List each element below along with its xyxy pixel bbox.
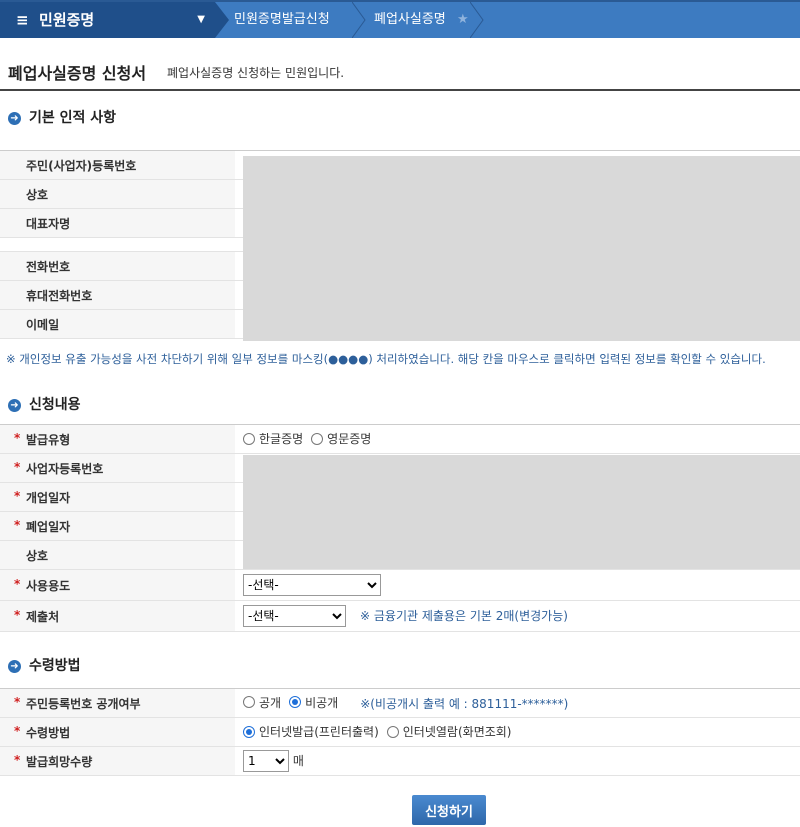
- hamburger-icon: ≡: [16, 11, 29, 29]
- radio-internet-view[interactable]: 인터넷열람(화면조회): [386, 723, 512, 740]
- masked-business-info[interactable]: [243, 455, 800, 569]
- quantity-select[interactable]: 1: [243, 750, 289, 772]
- page-title: 폐업사실증명 신청서: [8, 64, 147, 83]
- label-biz-no: 사업자등록번호: [26, 461, 104, 476]
- label-issue-type: 발급유형: [26, 432, 71, 447]
- section-application-header: ➜ 신청내용: [8, 394, 81, 414]
- quantity-unit: 매: [292, 754, 304, 768]
- label-purpose: 사용용도: [26, 578, 71, 593]
- star-icon[interactable]: ★: [457, 2, 469, 38]
- divider: [0, 89, 800, 91]
- purpose-select[interactable]: -선택-: [243, 574, 381, 596]
- radio-korean[interactable]: 한글증명: [243, 430, 303, 447]
- label-open-date: 개업일자: [26, 490, 71, 505]
- receipt-table: * 주민등록번호 공개여부 공개 비공개 ※(비공개시 출력 예 : 881111-*…: [0, 688, 800, 776]
- submit-to-select[interactable]: -선택-: [243, 605, 346, 627]
- section-receipt-header: ➜ 수령방법: [8, 655, 81, 675]
- label-phone: 전화번호: [0, 251, 235, 281]
- chevron-separator-icon: [352, 2, 366, 38]
- radio-internet-issue[interactable]: 인터넷발급(프린터출력): [243, 723, 379, 740]
- masking-notice: ※ 개인정보 유출 가능성을 사전 차단하기 위해 일부 정보를 마스킹(●●●…: [6, 352, 766, 366]
- breadcrumb-apply[interactable]: 민원증명발급신청: [234, 2, 330, 38]
- disclose-hint: ※(비공개시 출력 예 : 881111-*******): [360, 697, 569, 712]
- label-disclose: 주민등록번호 공개여부: [26, 696, 141, 711]
- chevron-separator-icon: [215, 2, 229, 38]
- radio-nondisclose[interactable]: 비공개: [289, 694, 338, 711]
- label-company: 상호: [0, 179, 235, 209]
- label-quantity: 발급희망수량: [26, 754, 93, 769]
- label-method: 수령방법: [26, 725, 71, 740]
- label-company-2: 상호: [26, 548, 49, 563]
- label-close-date: 폐업일자: [26, 519, 71, 534]
- label-email: 이메일: [0, 309, 235, 339]
- submit-button[interactable]: 신청하기: [412, 795, 486, 825]
- arrow-circle-icon: ➜: [8, 399, 21, 412]
- menu-dropdown[interactable]: ≡ 민원증명 ▼: [0, 2, 215, 38]
- page-subtitle: 폐업사실증명 신청하는 민원입니다.: [167, 66, 345, 80]
- top-nav: ≡ 민원증명 ▼ 민원증명발급신청 폐업사실증명 ★: [0, 0, 800, 38]
- label-reg-no: 주민(사업자)등록번호: [0, 150, 235, 180]
- label-mobile: 휴대전화번호: [0, 280, 235, 310]
- arrow-circle-icon: ➜: [8, 112, 21, 125]
- arrow-circle-icon: ➜: [8, 660, 21, 673]
- chevron-separator-icon: [470, 2, 484, 38]
- label-submit-to: 제출처: [26, 609, 60, 624]
- submit-hint: ※ 금융기관 제출용은 기본 2매(변경가능): [360, 609, 568, 623]
- label-representative: 대표자명: [0, 208, 235, 238]
- section-basic-info-header: ➜ 기본 인적 사항: [8, 107, 116, 127]
- radio-disclose[interactable]: 공개: [243, 694, 281, 711]
- masked-personal-info[interactable]: [243, 156, 800, 341]
- radio-english[interactable]: 영문증명: [311, 430, 371, 447]
- breadcrumb-current[interactable]: 폐업사실증명: [374, 2, 446, 38]
- caret-down-icon: ▼: [197, 14, 205, 25]
